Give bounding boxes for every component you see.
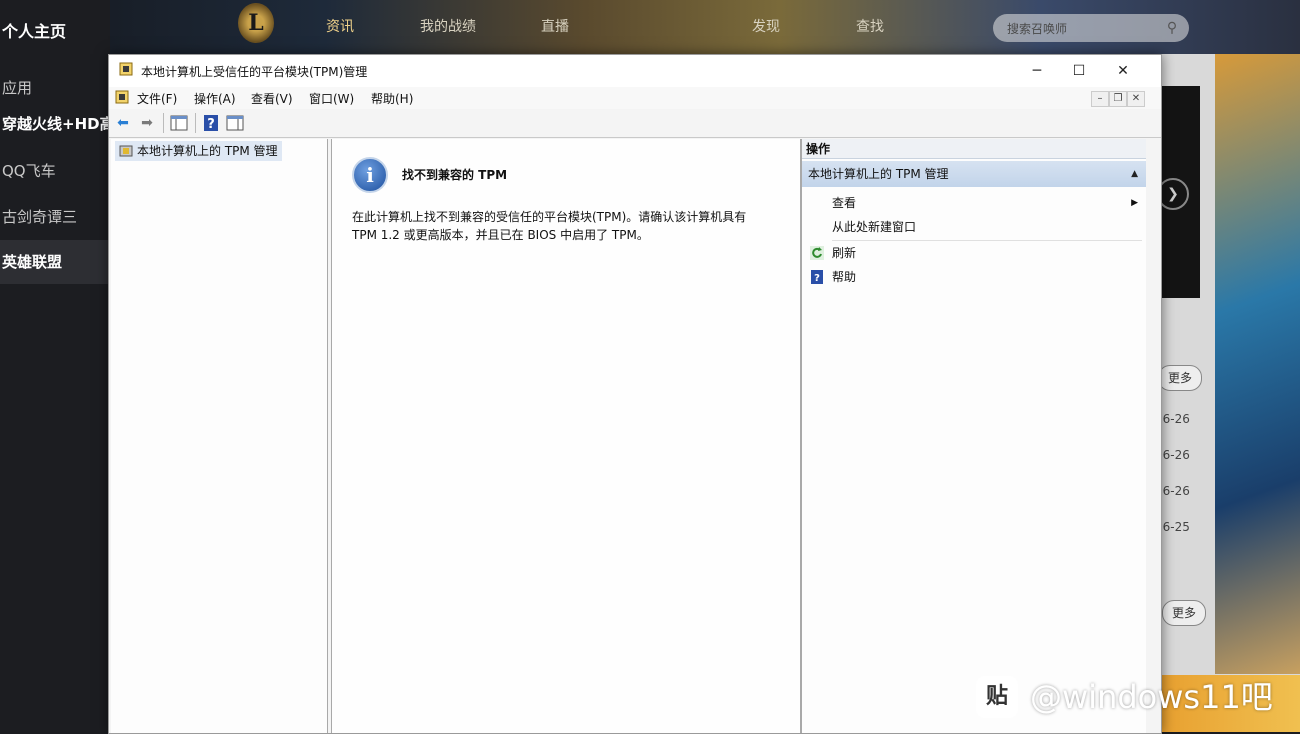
mdi-close-button[interactable]: ✕ <box>1127 91 1145 107</box>
toolbar-separator <box>163 113 164 133</box>
sidebar-item-cf[interactable]: 穿越火线+HD高 <box>0 112 112 136</box>
champion-art <box>1215 54 1300 674</box>
action-label: 查看 <box>832 196 857 210</box>
show-hide-action-pane-icon[interactable] <box>225 113 245 133</box>
nav-news[interactable]: 资讯 <box>326 16 354 36</box>
action-label: 刷新 <box>832 246 857 260</box>
collapse-arrow-icon[interactable]: ▲ <box>1131 161 1138 187</box>
toolbar: ⬅ ➡ ? <box>109 109 1161 138</box>
help-icon[interactable]: ? <box>201 113 221 133</box>
nav-my-record[interactable]: 我的战绩 <box>420 16 476 36</box>
svg-text:?: ? <box>207 117 215 132</box>
menu-view[interactable]: 查看(V) <box>251 90 293 107</box>
actions-header: 操作 <box>802 139 1146 159</box>
title-bar[interactable]: 本地计算机上受信任的平台模块(TPM)管理 ─ ☐ ✕ <box>109 55 1161 87</box>
lol-logo: L <box>238 3 274 43</box>
svg-text:?: ? <box>814 273 820 284</box>
menu-help[interactable]: 帮助(H) <box>371 90 413 107</box>
console-icon[interactable] <box>115 90 129 104</box>
menu-bar: 文件(F) 操作(A) 查看(V) 窗口(W) 帮助(H) – ❐ ✕ <box>109 87 1161 109</box>
watermark-text: @windows11吧 <box>1030 678 1273 716</box>
toolbar-separator <box>195 113 196 133</box>
nav-find[interactable]: 查找 <box>856 16 884 36</box>
show-hide-tree-icon[interactable] <box>169 113 189 133</box>
menu-file[interactable]: 文件(F) <box>137 90 177 107</box>
actions-pane: 操作 本地计算机上的 TPM 管理 ▲ 查看 ▶ 从此处新建窗口 刷新 ? 帮助 <box>801 139 1146 733</box>
tpm-management-window: 本地计算机上受信任的平台模块(TPM)管理 ─ ☐ ✕ 文件(F) 操作(A) … <box>108 54 1162 734</box>
sidebar-item-gujian3[interactable]: 古剑奇谭三 <box>0 206 112 226</box>
nav-live[interactable]: 直播 <box>541 16 569 36</box>
tpm-chip-icon <box>119 62 133 76</box>
search-icon[interactable]: ⚲ <box>1163 19 1181 37</box>
sidebar-item-lol[interactable]: 英雄联盟 <box>0 240 112 284</box>
tree-item-tpm-management[interactable]: 本地计算机上的 TPM 管理 <box>115 141 282 161</box>
console-tree-pane: 本地计算机上的 TPM 管理 <box>111 139 328 733</box>
action-refresh[interactable]: 刷新 <box>802 241 1146 265</box>
more-button[interactable]: 更多 <box>1162 600 1206 626</box>
tieba-logo-icon: 贴 <box>976 676 1018 718</box>
summoner-search-input[interactable]: 搜索召唤师 ⚲ <box>993 14 1189 42</box>
sidebar-item-apps[interactable]: 应用 <box>0 77 112 97</box>
forward-arrow-icon[interactable]: ➡ <box>137 113 157 133</box>
action-label: 从此处新建窗口 <box>832 220 917 234</box>
action-label: 帮助 <box>832 270 857 284</box>
close-button[interactable]: ✕ <box>1101 59 1145 83</box>
mdi-restore-button[interactable]: ❐ <box>1109 91 1127 107</box>
actions-group-tpm[interactable]: 本地计算机上的 TPM 管理 ▲ <box>802 161 1146 187</box>
tpm-chip-icon <box>119 145 133 157</box>
action-help[interactable]: ? 帮助 <box>802 265 1146 289</box>
results-pane: i 找不到兼容的 TPM 在此计算机上找不到兼容的受信任的平台模块(TPM)。请… <box>331 139 801 733</box>
actions-group-label: 本地计算机上的 TPM 管理 <box>808 167 949 181</box>
refresh-icon <box>810 246 824 260</box>
back-arrow-icon[interactable]: ⬅ <box>113 113 133 133</box>
mdi-minimize-button[interactable]: – <box>1091 91 1109 107</box>
action-view[interactable]: 查看 ▶ <box>802 191 1146 215</box>
nav-discover[interactable]: 发现 <box>752 16 780 36</box>
maximize-button[interactable]: ☐ <box>1057 59 1101 83</box>
info-icon: i <box>352 157 388 193</box>
profile-link[interactable]: 个人主页 <box>2 18 66 42</box>
message-body: 在此计算机上找不到兼容的受信任的平台模块(TPM)。请确认该计算机具有 TPM … <box>352 210 747 242</box>
window-title: 本地计算机上受信任的平台模块(TPM)管理 <box>141 65 368 79</box>
action-new-window[interactable]: 从此处新建窗口 <box>802 215 1146 239</box>
submenu-arrow-icon: ▶ <box>1131 198 1138 208</box>
more-button[interactable]: 更多 <box>1158 365 1202 391</box>
minimize-button[interactable]: ─ <box>1015 59 1059 83</box>
background-app-sidebar: 个人主页 应用 穿越火线+HD高 QQ飞车 古剑奇谭三 英雄联盟 <box>0 0 112 732</box>
menu-action[interactable]: 操作(A) <box>194 90 236 107</box>
help-icon: ? <box>811 270 823 284</box>
tree-item-label: 本地计算机上的 TPM 管理 <box>137 144 278 158</box>
menu-window[interactable]: 窗口(W) <box>309 90 354 107</box>
message-title: 找不到兼容的 TPM <box>402 168 508 182</box>
search-placeholder: 搜索召唤师 <box>1007 22 1068 36</box>
sidebar-item-qq-speed[interactable]: QQ飞车 <box>0 160 112 180</box>
